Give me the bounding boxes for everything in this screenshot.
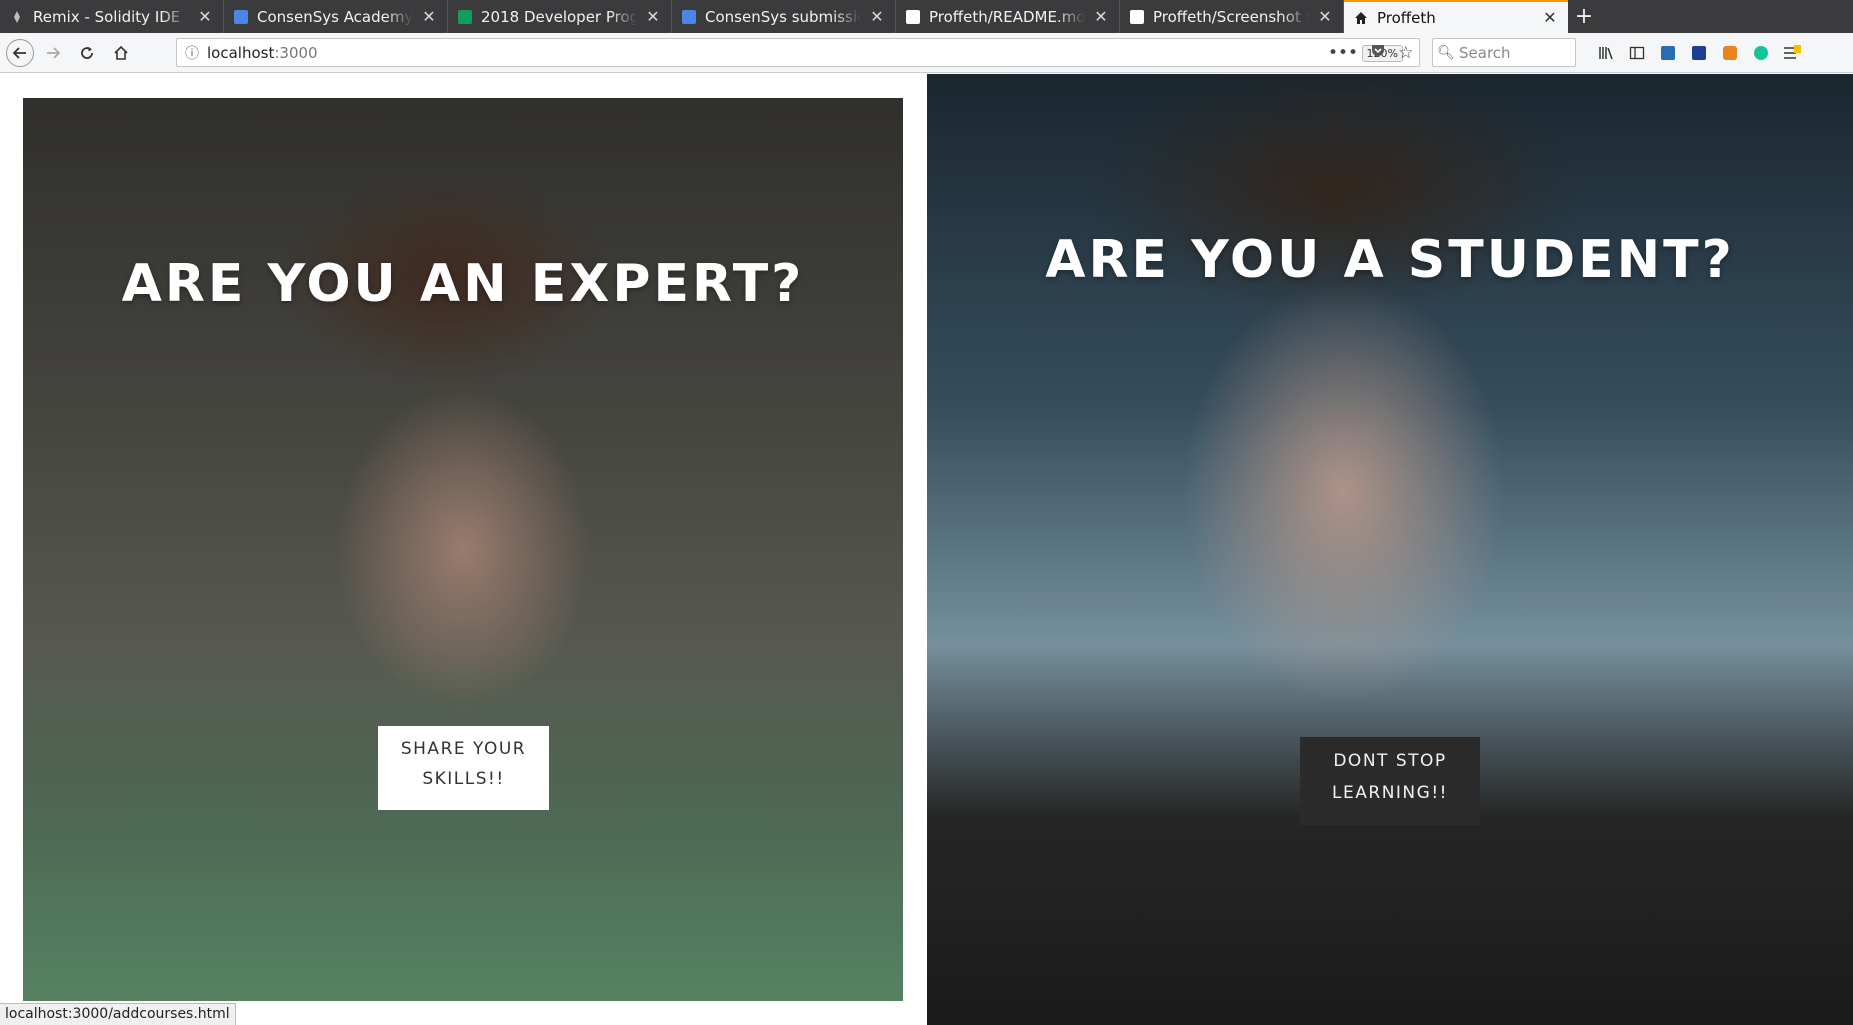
forward-button[interactable]	[38, 38, 68, 68]
tab-title: Remix - Solidity IDE	[33, 7, 189, 26]
close-tab-icon[interactable]: ✕	[1317, 7, 1333, 26]
share-skills-label-line1: SHARE YOUR	[400, 739, 527, 759]
close-tab-icon[interactable]: ✕	[421, 7, 437, 26]
expert-panel: ARE YOU AN EXPERT? SHARE YOUR SKILLS!!	[23, 98, 903, 1001]
library-icon[interactable]	[1596, 43, 1616, 63]
arrow-right-icon	[47, 46, 61, 59]
tab-title: ConsenSys submission - G	[705, 7, 861, 26]
page-content: ARE YOU AN EXPERT? SHARE YOUR SKILLS!! A…	[0, 74, 1853, 1025]
sidebar-icon[interactable]	[1627, 43, 1647, 63]
info-icon[interactable]: ⓘ	[177, 43, 207, 63]
tab-developer-program[interactable]: 2018 Developer Program ✕	[448, 0, 672, 33]
home-button[interactable]	[106, 38, 136, 68]
dont-stop-label-line1: DONT STOP	[1333, 751, 1447, 771]
dont-stop-label-line2: LEARNING!!	[1332, 783, 1448, 803]
new-tab-button[interactable]: +	[1568, 0, 1600, 33]
arrow-left-icon	[12, 46, 26, 59]
tab-screenshot[interactable]: Proffeth/Screenshot from ✕	[1120, 0, 1344, 33]
tab-title: Proffeth/Screenshot from	[1153, 7, 1309, 26]
more-actions-icon[interactable]: •••	[1328, 43, 1358, 63]
dont-stop-learning-button[interactable]: DONT STOP LEARNING!!	[1300, 737, 1480, 825]
toolbar-icons	[1596, 38, 1802, 67]
share-skills-label-line2: SKILLS!!	[422, 769, 505, 789]
close-tab-icon[interactable]: ✕	[197, 7, 213, 26]
close-tab-icon[interactable]: ✕	[869, 7, 885, 26]
tab-strip: Remix - Solidity IDE ✕ ConsenSys Academy…	[0, 0, 1853, 33]
reload-button[interactable]	[72, 38, 102, 68]
pocket-icon[interactable]	[1370, 42, 1386, 63]
home-icon	[114, 45, 128, 60]
extension-chart-icon[interactable]	[1689, 43, 1709, 63]
search-input[interactable]: 🔍︎ Search	[1432, 38, 1576, 67]
google-sheets-icon	[458, 9, 472, 24]
tab-title: ConsenSys Academy's 2018	[257, 7, 413, 26]
student-photo	[927, 74, 1853, 1025]
google-docs-icon	[682, 9, 696, 24]
reload-icon	[81, 46, 93, 59]
tab-consensys-academy[interactable]: ConsenSys Academy's 2018 ✕	[224, 0, 448, 33]
url-host: localhost	[207, 43, 275, 62]
github-icon	[1130, 9, 1144, 24]
tab-title: Proffeth/README.md at m	[929, 7, 1085, 26]
page-actions: ••• ☆	[1328, 38, 1413, 67]
address-bar[interactable]: ⓘ localhost:3000 120%	[176, 38, 1420, 67]
tab-proffeth[interactable]: Proffeth ✕	[1344, 0, 1568, 33]
url-port: :3000	[274, 43, 318, 62]
menu-icon[interactable]	[1782, 43, 1802, 63]
close-tab-icon[interactable]: ✕	[645, 7, 661, 26]
tab-consensys-submission[interactable]: ConsenSys submission - G ✕	[672, 0, 896, 33]
extension-blue-icon[interactable]	[1658, 43, 1678, 63]
tab-title: Proffeth	[1377, 8, 1436, 27]
status-bar-url: localhost:3000/addcourses.html	[0, 1003, 236, 1025]
home-icon	[1354, 11, 1368, 25]
student-headline: ARE YOU A STUDENT?	[1045, 230, 1735, 290]
tab-readme[interactable]: Proffeth/README.md at m ✕	[896, 0, 1120, 33]
close-tab-icon[interactable]: ✕	[1542, 8, 1558, 27]
search-placeholder: Search	[1459, 43, 1511, 62]
metamask-icon[interactable]	[1720, 43, 1740, 63]
student-panel: ARE YOU A STUDENT? DONT STOP LEARNING!!	[927, 74, 1853, 1025]
close-tab-icon[interactable]: ✕	[1093, 7, 1109, 26]
expert-headline: ARE YOU AN EXPERT?	[121, 254, 805, 314]
expert-photo	[23, 98, 903, 1001]
grammarly-icon[interactable]	[1751, 43, 1771, 63]
share-skills-button[interactable]: SHARE YOUR SKILLS!!	[378, 726, 549, 810]
navigation-bar: ⓘ localhost:3000 120% ••• ☆ 🔍︎ Search	[0, 33, 1853, 73]
search-icon: 🔍︎	[1437, 44, 1455, 61]
github-icon	[906, 9, 920, 24]
remix-icon	[10, 10, 24, 24]
google-docs-icon	[234, 9, 248, 24]
back-button[interactable]	[6, 38, 34, 67]
bookmark-star-icon[interactable]: ☆	[1398, 43, 1413, 63]
tab-remix[interactable]: Remix - Solidity IDE ✕	[0, 0, 224, 33]
tab-title: 2018 Developer Program	[481, 7, 637, 26]
